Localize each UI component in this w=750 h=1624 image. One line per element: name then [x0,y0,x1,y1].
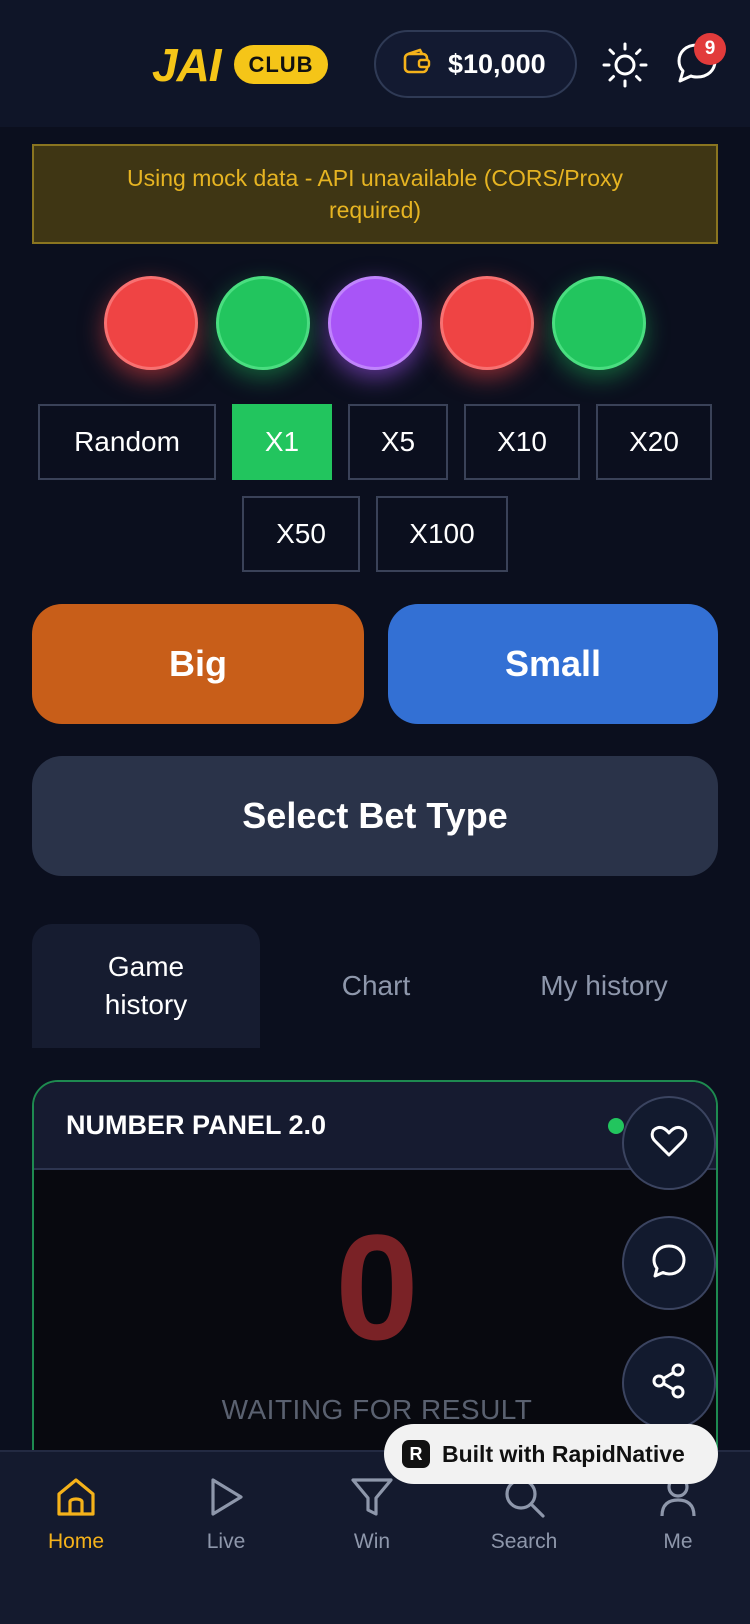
result-ball-5 [552,276,646,370]
result-ball-4 [440,276,534,370]
comment-icon [649,1241,689,1286]
club-badge: CLUB [234,45,328,84]
rapidnative-logo-icon: R [402,1440,430,1468]
tab-game-history-label: Game history [104,951,188,1020]
multiplier-random-button[interactable]: Random [38,404,216,480]
nav-win[interactable]: Win [312,1474,432,1554]
nav-home[interactable]: Home [16,1474,136,1554]
tab-my-history[interactable]: My history [490,924,718,1048]
result-ball-3 [328,276,422,370]
small-bet-button[interactable]: Small [388,604,718,724]
mock-data-warning: Using mock data - API unavailable (CORS/… [32,144,718,244]
wallet-balance-button[interactable]: $10,000 [374,30,577,98]
wallet-icon [402,47,432,82]
number-panel-title: NUMBER PANEL 2.0 [66,1109,327,1140]
like-button[interactable] [622,1096,716,1190]
built-with-rapidnative-badge[interactable]: R Built with RapidNative [384,1424,718,1484]
nav-search[interactable]: Search [464,1474,584,1554]
tab-chart[interactable]: Chart [262,924,490,1048]
result-ball-1 [104,276,198,370]
play-icon [211,1478,243,1516]
result-number: 0 [335,1203,419,1371]
tab-game-history[interactable]: Game history [32,924,260,1048]
home-icon [57,1478,95,1516]
multiplier-x10-button[interactable]: X10 [464,404,580,480]
app-header: JAI CLUB $10,000 9 [0,0,750,127]
big-bet-button[interactable]: Big [32,604,364,724]
multiplier-x100-button[interactable]: X100 [376,496,508,572]
app-logo: JAI [152,39,222,91]
live-status-dot [608,1118,624,1134]
nav-me[interactable]: Me [618,1474,738,1554]
rapidnative-label: Built with RapidNative [442,1440,685,1467]
heart-icon [649,1121,689,1166]
nav-live-label: Live [206,1530,246,1553]
nav-search-label: Search [490,1530,558,1553]
result-ball-2 [216,276,310,370]
multiplier-x20-button[interactable]: X20 [596,404,712,480]
select-bet-type-button[interactable]: Select Bet Type [32,756,718,876]
multiplier-x5-button[interactable]: X5 [348,404,448,480]
notification-count-badge: 9 [694,33,726,65]
theme-toggle-sun-icon[interactable] [602,42,648,88]
multiplier-x1-button[interactable]: X1 [232,404,332,480]
nav-home-label: Home [47,1530,105,1553]
nav-win-label: Win [353,1530,391,1553]
share-button[interactable] [622,1336,716,1430]
nav-live[interactable]: Live [166,1474,286,1554]
wallet-amount: $10,000 [448,48,546,79]
filter-icon [351,1478,393,1516]
nav-me-label: Me [663,1530,693,1553]
waiting-status: WAITING FOR RESULT [221,1394,533,1425]
comment-button[interactable] [622,1216,716,1310]
share-icon [649,1361,689,1406]
multiplier-x50-button[interactable]: X50 [242,496,360,572]
